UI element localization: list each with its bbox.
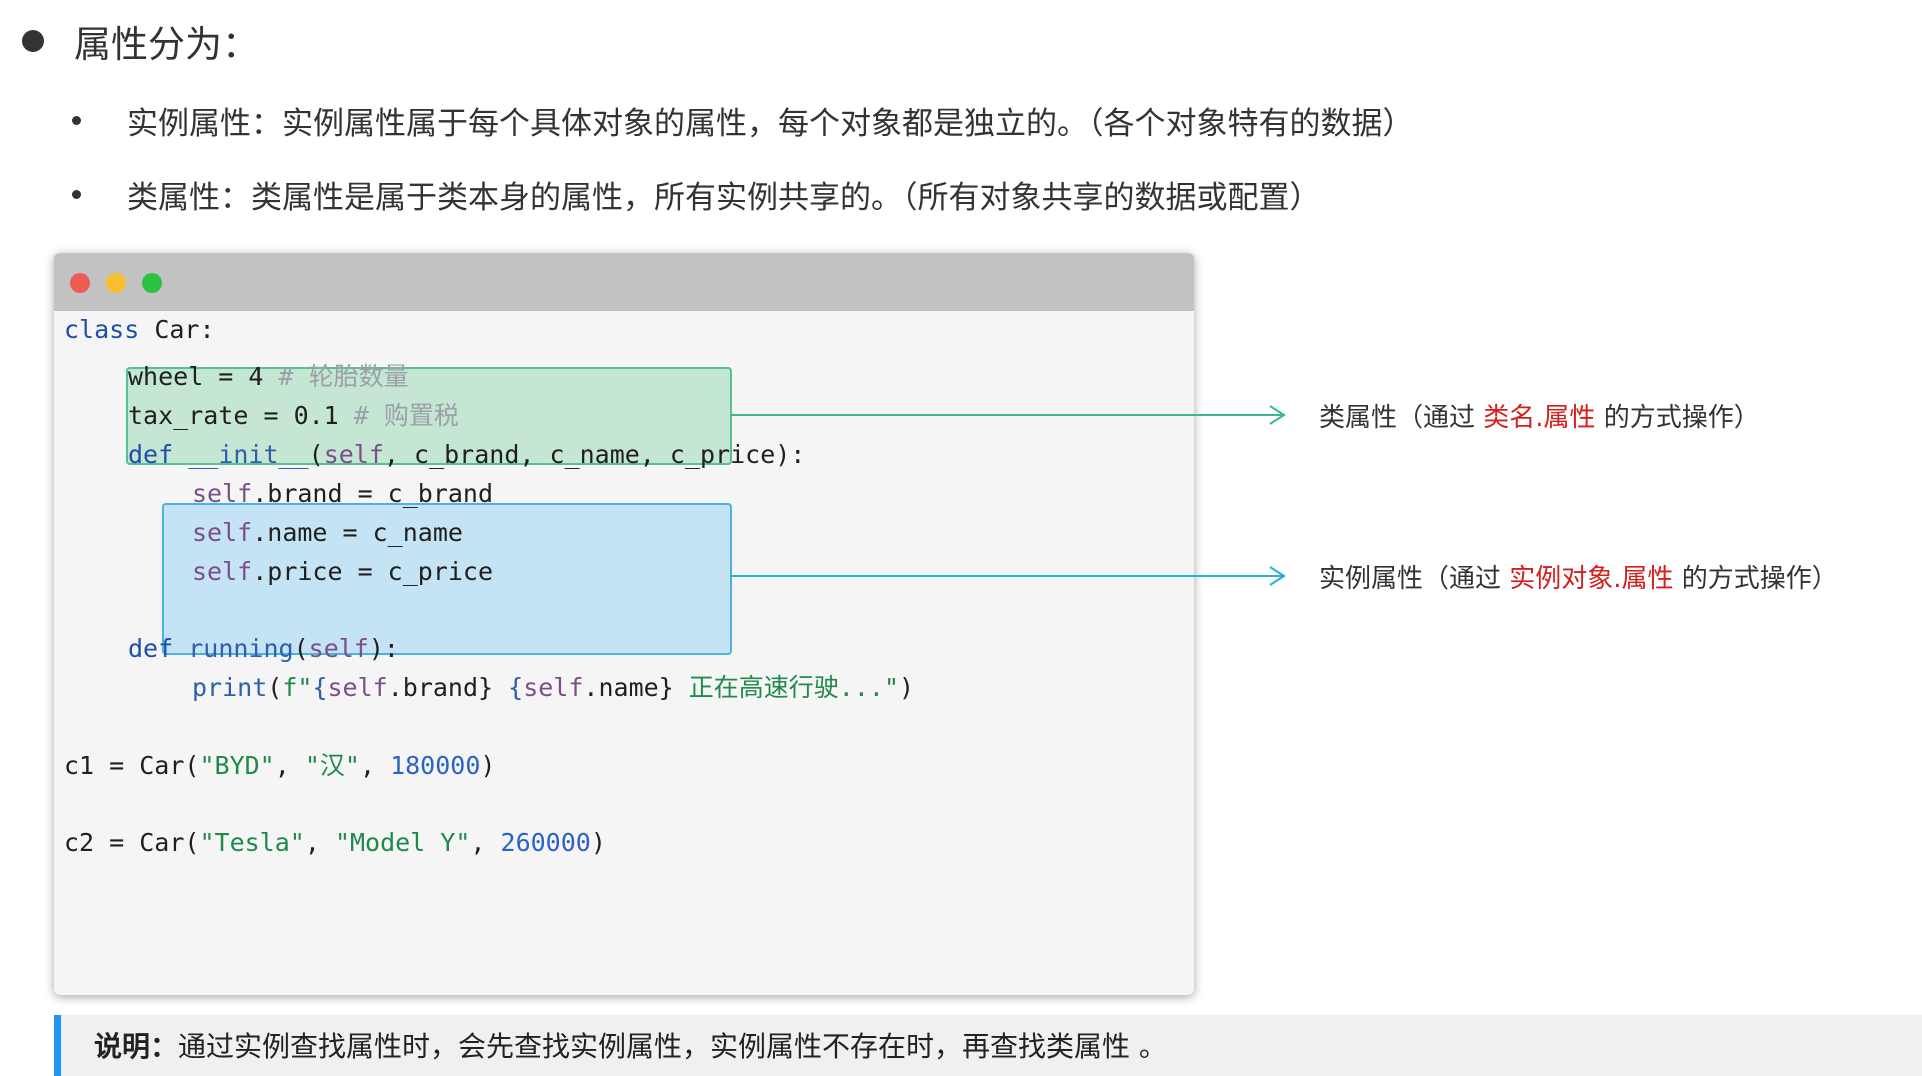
bullet-dot-icon bbox=[22, 30, 44, 52]
class-attr-arrow bbox=[730, 405, 1286, 425]
bullet-instance-attr: 实例属性：实例属性属于每个具体对象的属性，每个对象都是独立的。（各个对象特有的数… bbox=[72, 98, 1414, 143]
heading-text: 属性分为： bbox=[74, 23, 259, 66]
class-attr-annotation: 类属性（通过 类名.属性 的方式操作） bbox=[1319, 403, 1760, 433]
code-line-self-brand: self.brand = c_brand bbox=[192, 479, 494, 508]
bullet-text: 类属性：类属性是属于类本身的属性，所有实例共享的。（所有对象共享的数据或配置） bbox=[127, 180, 1321, 216]
code-line-c2: c2 = Car("Tesla", "Model Y", 260000) bbox=[64, 828, 606, 857]
instance-attr-arrow bbox=[730, 566, 1286, 586]
code-line-self-price: self.price = c_price bbox=[192, 557, 494, 586]
code-line-running: def running(self): bbox=[128, 634, 399, 663]
code-line-class: class Car: bbox=[64, 315, 215, 344]
bullet-text: 实例属性：实例属性属于每个具体对象的属性，每个对象都是独立的。（各个对象特有的数… bbox=[127, 106, 1414, 142]
code-line-print: print(f"{self.brand} {self.name} 正在高速行驶.… bbox=[192, 673, 915, 702]
code-line-wheel: wheel = 4 # 轮胎数量 bbox=[128, 362, 409, 391]
instance-attr-annotation: 实例属性（通过 实例对象.属性 的方式操作） bbox=[1319, 564, 1838, 594]
note-text: 说明：通过实例查找属性时，会先查找实例属性，实例属性不存在时，再查找类属性 。 bbox=[94, 1030, 1167, 1063]
code-window: class Car: wheel = 4 # 轮胎数量 tax_rate = 0… bbox=[54, 253, 1194, 995]
minimize-window-icon[interactable] bbox=[106, 273, 126, 293]
window-titlebar bbox=[54, 253, 1194, 311]
bullet-class-attr: 类属性：类属性是属于类本身的属性，所有实例共享的。（所有对象共享的数据或配置） bbox=[72, 172, 1321, 217]
note-box: 说明：通过实例查找属性时，会先查找实例属性，实例属性不存在时，再查找类属性 。 bbox=[54, 1015, 1922, 1076]
section-heading: 属性分为： bbox=[22, 14, 259, 68]
maximize-window-icon[interactable] bbox=[142, 273, 162, 293]
code-line-self-name: self.name = c_name bbox=[192, 518, 463, 547]
close-window-icon[interactable] bbox=[70, 273, 90, 293]
small-bullet-icon bbox=[72, 190, 81, 199]
code-line-c1: c1 = Car("BYD", "汉", 180000) bbox=[64, 751, 496, 780]
code-line-init: def __init__(self, c_brand, c_name, c_pr… bbox=[128, 440, 806, 469]
code-line-tax-rate: tax_rate = 0.1 # 购置税 bbox=[128, 401, 459, 430]
note-accent-bar bbox=[54, 1015, 61, 1076]
small-bullet-icon bbox=[72, 116, 81, 125]
